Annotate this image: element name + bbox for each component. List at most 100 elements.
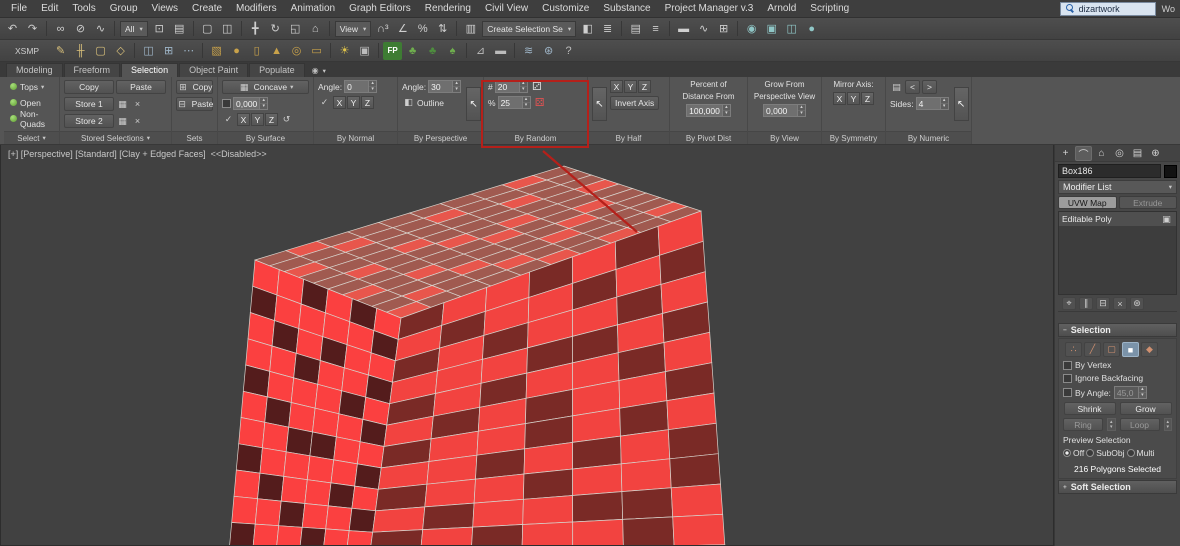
panel-title-sets[interactable]: Sets [172, 131, 217, 144]
perspective-angle-spinner[interactable]: 30 ▴ ▾ [428, 80, 462, 93]
box-face-cell-right[interactable] [522, 495, 574, 525]
by-vertex-checkbox[interactable]: By Vertex [1063, 360, 1172, 370]
spinner-arrows[interactable]: ▴ ▾ [368, 80, 378, 93]
tab-modeling[interactable]: Modeling [6, 63, 63, 77]
light-icon[interactable]: ☀ [335, 42, 354, 60]
spinner-value[interactable]: 0 [344, 80, 369, 93]
box-face-cell-left[interactable] [333, 436, 361, 465]
box-face-cell-left[interactable] [229, 522, 256, 546]
show-end-result-icon[interactable]: ∥ [1079, 297, 1093, 310]
menu-item-substance[interactable]: Substance [596, 1, 657, 16]
select-object-icon[interactable]: ⊡ [150, 20, 169, 38]
menu-item-create[interactable]: Create [185, 1, 229, 16]
scene-explorer-icon[interactable]: ▤ [626, 20, 645, 38]
render-production-icon[interactable]: ● [802, 20, 821, 38]
configure-modifier-sets-icon[interactable]: ⊛ [1130, 297, 1144, 310]
axis-z-button[interactable]: Z [638, 80, 651, 93]
perspective-viewport[interactable]: [+] [Perspective] [Standard] [Clay + Edg… [0, 145, 1054, 546]
box-face-cell-left[interactable] [325, 505, 353, 531]
box-face-cell-left[interactable] [240, 390, 268, 423]
forest-pack-icon[interactable]: FP [383, 41, 403, 60]
menu-item-file[interactable]: File [4, 1, 34, 16]
preview-subobj-radio[interactable]: SubObj [1086, 448, 1125, 458]
object-name-field[interactable]: Box186 [1058, 164, 1161, 178]
box-face-cell-left[interactable] [348, 507, 376, 533]
box-face-cell-left[interactable] [299, 526, 327, 546]
pick-by-numeric-button[interactable]: ↖ [953, 87, 969, 121]
tab-freeform[interactable]: Freeform [63, 63, 121, 77]
ribbon-options[interactable]: ◉ ▾ [306, 66, 332, 77]
spinner-value[interactable]: 100,000 [686, 104, 722, 117]
display-toggle-icon[interactable]: ▣ [1160, 213, 1173, 226]
box-face-cell-right[interactable] [420, 526, 474, 546]
render-setup-icon[interactable]: ▣ [762, 20, 781, 38]
box-face-cell-left[interactable] [262, 421, 290, 453]
store-icon[interactable]: ▦ [116, 115, 129, 128]
box-face-cell-left[interactable] [306, 455, 335, 484]
panel-title-stored-selections[interactable]: Stored Selections ▾ [60, 131, 171, 144]
box-face-cell-left[interactable] [285, 426, 313, 457]
extrude-button[interactable]: Extrude [1118, 196, 1177, 209]
soft-selection-rollout-header[interactable]: + Soft Selection [1058, 480, 1177, 494]
box-face-cell-left[interactable] [254, 498, 282, 527]
sets-copy-button[interactable]: ⊞ Copy [176, 80, 213, 94]
workspace-dropdown[interactable]: Wo [1156, 4, 1176, 14]
rendered-frame-icon[interactable]: ◫ [782, 20, 801, 38]
axis-y-button[interactable]: Y [847, 92, 860, 105]
spinner-value[interactable]: 0,000 [233, 97, 260, 110]
store-2-button[interactable]: Store 2 [64, 114, 114, 128]
cone-primitive-icon[interactable]: ▲ [267, 42, 286, 60]
torus-primitive-icon[interactable]: ◎ [287, 42, 306, 60]
modify-tab-icon[interactable]: ⌒ [1075, 145, 1092, 161]
by-angle-spinner[interactable]: 45,0 ▴ ▾ [1113, 386, 1147, 399]
box-face-cell-left[interactable] [301, 503, 329, 530]
swift-loop-icon[interactable]: ╫ [71, 42, 90, 60]
spinner-arrows[interactable]: ▴ ▾ [259, 97, 269, 110]
modifier-list-dropdown[interactable]: Modifier List ▾ [1058, 180, 1177, 194]
polygon-mode-icon[interactable]: ■ [1122, 342, 1139, 357]
box-face-cell-right[interactable] [621, 487, 674, 520]
random-percent-dice-icon[interactable]: ⚄ [533, 96, 547, 109]
spinner-arrows[interactable]: ▴ ▾ [518, 80, 528, 93]
box-face-cell-left[interactable] [231, 495, 258, 525]
box-face-cell-left[interactable] [252, 523, 280, 546]
spinner-value[interactable]: 20 [494, 80, 519, 93]
select-and-place-icon[interactable]: ⌂ [306, 20, 325, 38]
stack-item-editable-poly[interactable]: Editable Poly ▣ [1059, 212, 1176, 226]
box-face-cell-right[interactable] [523, 468, 573, 500]
viewport-label[interactable]: [+] [Perspective] [Standard] [Clay + Edg… [8, 149, 267, 159]
mirror-icon[interactable]: ◧ [578, 20, 597, 38]
remove-modifier-icon[interactable]: × [1113, 297, 1127, 310]
panel-title-by-symmetry[interactable]: By Symmetry [822, 131, 885, 144]
shrink-button[interactable]: Shrink [1063, 402, 1116, 415]
axis-z-button[interactable]: Z [361, 96, 374, 109]
axis-x-button[interactable]: X [833, 92, 846, 105]
select-and-scale-icon[interactable]: ◱ [286, 20, 305, 38]
selection-filter-dropdown[interactable]: All ▾ [120, 20, 148, 37]
outline-label[interactable]: Outline [417, 98, 444, 108]
box-face-cell-left[interactable] [278, 500, 306, 528]
grow-button[interactable]: Grow [1119, 402, 1172, 415]
surface-checkbox[interactable] [222, 99, 231, 108]
hierarchy-tab-icon[interactable]: ⌂ [1093, 146, 1110, 161]
panel-title-by-numeric[interactable]: By Numeric [886, 131, 971, 144]
menu-item-graph-editors[interactable]: Graph Editors [342, 1, 418, 16]
box-face-cell-left[interactable] [264, 396, 292, 428]
pick-by-half-button[interactable]: ↖ [592, 87, 607, 121]
cylinder-primitive-icon[interactable]: ▯ [247, 42, 266, 60]
preview-multi-radio[interactable]: Multi [1126, 448, 1155, 458]
panel-title-by-surface[interactable]: By Surface [218, 131, 313, 144]
menu-item-animation[interactable]: Animation [284, 1, 342, 16]
spinner-value[interactable]: 30 [428, 80, 453, 93]
surface-value-spinner[interactable]: 0,000 ▴ ▾ [233, 97, 269, 110]
display-tab-icon[interactable]: ▤ [1129, 146, 1146, 161]
align-icon[interactable]: ≣ [598, 20, 617, 38]
script-tool-icon[interactable]: ≋ [519, 42, 538, 60]
spinner-value[interactable]: 25 [497, 96, 522, 109]
angle-snap-toggle-icon[interactable]: ∠ [393, 20, 412, 38]
axis-x-button[interactable]: X [333, 96, 346, 109]
by-angle-checkbox[interactable]: By Angle: 45,0 ▴ ▾ [1063, 386, 1172, 399]
box-face-cell-right[interactable] [670, 483, 724, 518]
box-face-cell-right[interactable] [620, 458, 672, 492]
box-face-cell-right[interactable] [669, 453, 721, 489]
